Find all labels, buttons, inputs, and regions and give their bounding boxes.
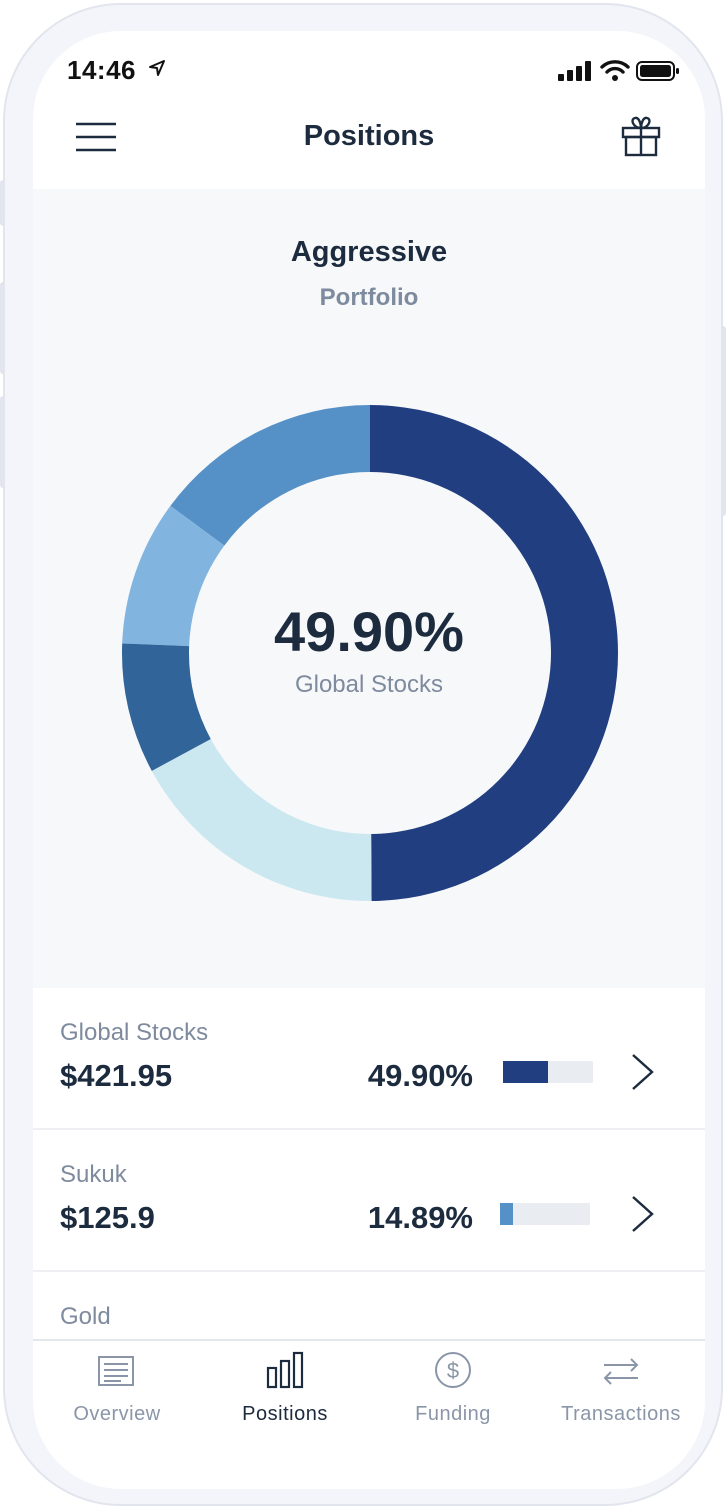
status-time: 14:46 [67, 55, 136, 85]
donut-slice-sukuk[interactable] [170, 405, 370, 546]
chevron-right-icon[interactable] [630, 1052, 656, 1097]
battery-icon [636, 61, 680, 86]
tab-label: Funding [415, 1403, 491, 1425]
position-percent: 49.90% [367, 1058, 473, 1093]
overview-icon [97, 1355, 135, 1392]
tab-label: Positions [242, 1403, 328, 1425]
tab-label: Overview [73, 1403, 161, 1425]
position-amount: $421.95 [60, 1058, 173, 1093]
positions-list: Global Stocks $421.95 49.90% Sukuk $125.… [33, 988, 705, 1346]
bar-chart-icon [266, 1351, 304, 1394]
position-row-sukuk[interactable]: Sukuk $125.9 14.89% [33, 1130, 705, 1272]
dollar-circle-icon: $ [434, 1351, 472, 1394]
tab-funding[interactable]: $ Funding [369, 1339, 537, 1449]
donut-slice-4[interactable] [151, 739, 372, 901]
wifi-icon [600, 59, 630, 86]
position-amount: $125.9 [60, 1200, 155, 1235]
position-name: Sukuk [60, 1161, 127, 1188]
portfolio-name: Aggressive [290, 236, 448, 268]
portfolio-subtitle: Portfolio [319, 284, 419, 311]
allocation-bar [500, 1203, 590, 1225]
chart-center-label: Global Stocks [294, 671, 444, 698]
transfer-arrows-icon [601, 1357, 641, 1390]
chevron-right-icon[interactable] [630, 1194, 656, 1239]
page-title: Positions [303, 120, 435, 152]
position-name: Global Stocks [60, 1019, 209, 1046]
signal-bars-icon [558, 61, 592, 86]
allocation-bar-fill [503, 1061, 548, 1083]
svg-text:$: $ [447, 1358, 459, 1383]
allocation-bar [503, 1061, 593, 1083]
tab-label: Transactions [561, 1403, 681, 1425]
location-arrow-icon [148, 59, 166, 82]
gift-icon[interactable] [620, 115, 662, 162]
tab-transactions[interactable]: Transactions [537, 1339, 705, 1449]
position-percent: 14.89% [367, 1200, 473, 1235]
position-row-global-stocks[interactable]: Global Stocks $421.95 49.90% [33, 988, 705, 1130]
tab-overview[interactable]: Overview [33, 1339, 201, 1449]
chart-center-value: 49.90% [274, 600, 464, 663]
screen: 14:46 Positions Aggressive Portfolio 49.… [33, 31, 705, 1489]
position-name: Gold [60, 1303, 111, 1330]
allocation-bar-fill [500, 1203, 514, 1225]
tab-positions[interactable]: Positions [201, 1339, 369, 1449]
phone-frame: 14:46 Positions Aggressive Portfolio 49.… [3, 3, 723, 1506]
